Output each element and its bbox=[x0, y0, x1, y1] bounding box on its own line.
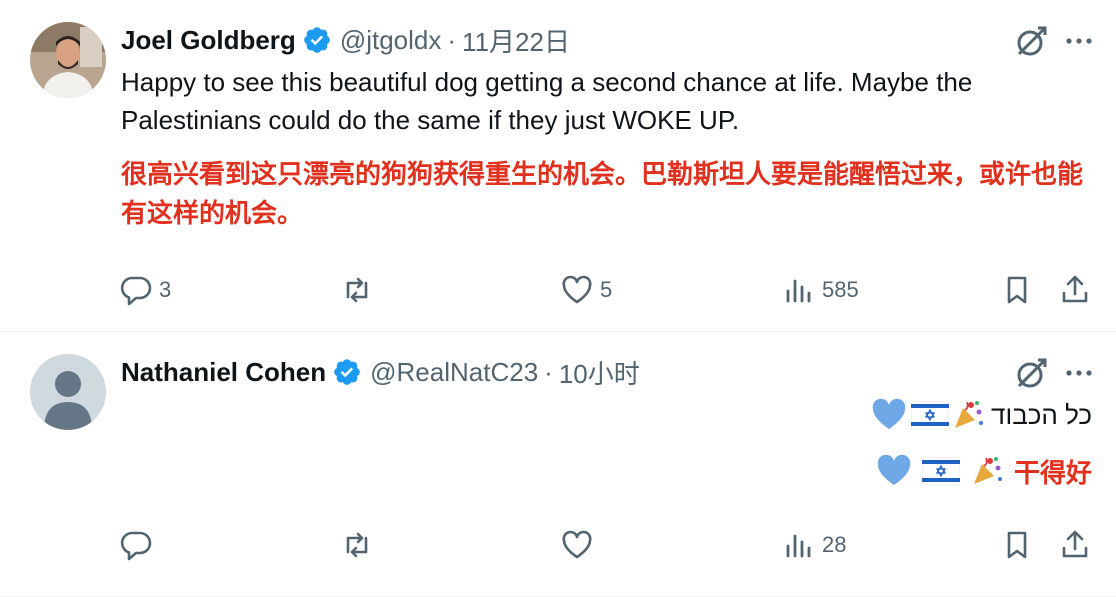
party-popper-emoji bbox=[955, 401, 984, 428]
reply-button[interactable]: 3 bbox=[119, 270, 171, 310]
grok-icon[interactable] bbox=[1014, 23, 1050, 59]
verified-badge-icon bbox=[304, 27, 330, 53]
views-count: 585 bbox=[822, 277, 859, 302]
israel-flag-emoji bbox=[921, 457, 960, 485]
tweet-translation: 干得好 bbox=[1013, 457, 1092, 488]
blue-heart-emoji bbox=[877, 454, 911, 485]
author-handle[interactable]: @RealNatC23 bbox=[370, 357, 538, 388]
author-name[interactable]: Joel Goldberg bbox=[121, 25, 296, 56]
tweet-text: כל הכבוד bbox=[991, 399, 1092, 430]
retweet-icon bbox=[346, 277, 368, 303]
tweet-translation-line: 干得好 bbox=[876, 450, 1092, 492]
separator-dot: · bbox=[544, 356, 553, 387]
share-icon bbox=[1062, 530, 1088, 558]
views-icon bbox=[786, 534, 811, 558]
like-count: 5 bbox=[600, 277, 613, 302]
verified-badge-icon bbox=[334, 359, 360, 385]
bookmark-icon bbox=[1007, 531, 1027, 559]
share-button[interactable] bbox=[1058, 525, 1092, 565]
tweet-translation: 很高兴看到这只漂亮的狗狗获得重生的机会。巴勒斯坦人要是能醒悟过来，或许也能有这样… bbox=[121, 159, 1084, 228]
tweet[interactable]: Joel Goldberg @jtgoldx · 11月22日 Happy to… bbox=[0, 0, 1116, 332]
reply-icon bbox=[120, 276, 152, 306]
separator-dot: · bbox=[447, 24, 457, 55]
bookmark-button[interactable] bbox=[1000, 270, 1034, 310]
action-bar: 28 bbox=[0, 525, 1116, 565]
tweet-text-line: כל הכבוד bbox=[871, 395, 1092, 435]
israel-flag-emoji bbox=[911, 401, 950, 429]
reply-icon bbox=[120, 531, 152, 561]
action-bar: 3 5 585 bbox=[0, 270, 1116, 310]
views-button[interactable]: 585 bbox=[782, 270, 859, 310]
like-icon bbox=[562, 530, 592, 559]
like-icon bbox=[562, 275, 592, 304]
retweet-button[interactable] bbox=[340, 525, 380, 565]
tweet-text: Happy to see this beautiful dog getting … bbox=[121, 67, 973, 135]
avatar[interactable] bbox=[30, 22, 106, 98]
share-icon bbox=[1062, 275, 1088, 303]
timestamp[interactable]: 10小时 bbox=[559, 354, 640, 391]
views-count: 28 bbox=[822, 532, 847, 557]
bookmark-button[interactable] bbox=[1000, 525, 1034, 565]
tweet[interactable]: Nathaniel Cohen @RealNatC23 · 10小时 כל הכ… bbox=[0, 333, 1116, 597]
timestamp[interactable]: 11月22日 bbox=[462, 22, 570, 59]
views-button[interactable]: 28 bbox=[782, 525, 846, 565]
views-icon bbox=[786, 279, 811, 303]
retweet-icon bbox=[346, 532, 368, 558]
retweet-button[interactable] bbox=[340, 270, 380, 310]
reply-count: 3 bbox=[159, 277, 172, 302]
like-button[interactable]: 5 bbox=[560, 270, 612, 310]
blue-heart-emoji bbox=[872, 398, 906, 429]
share-button[interactable] bbox=[1058, 270, 1092, 310]
more-icon[interactable] bbox=[1064, 26, 1094, 56]
more-icon[interactable] bbox=[1064, 358, 1094, 388]
author-name[interactable]: Nathaniel Cohen bbox=[121, 357, 326, 388]
party-popper-emoji bbox=[973, 457, 1002, 484]
like-button[interactable] bbox=[560, 525, 600, 565]
avatar[interactable] bbox=[30, 354, 106, 430]
grok-icon[interactable] bbox=[1014, 355, 1050, 391]
reply-button[interactable] bbox=[119, 525, 159, 565]
author-handle[interactable]: @jtgoldx bbox=[340, 25, 442, 56]
bookmark-icon bbox=[1007, 276, 1027, 304]
